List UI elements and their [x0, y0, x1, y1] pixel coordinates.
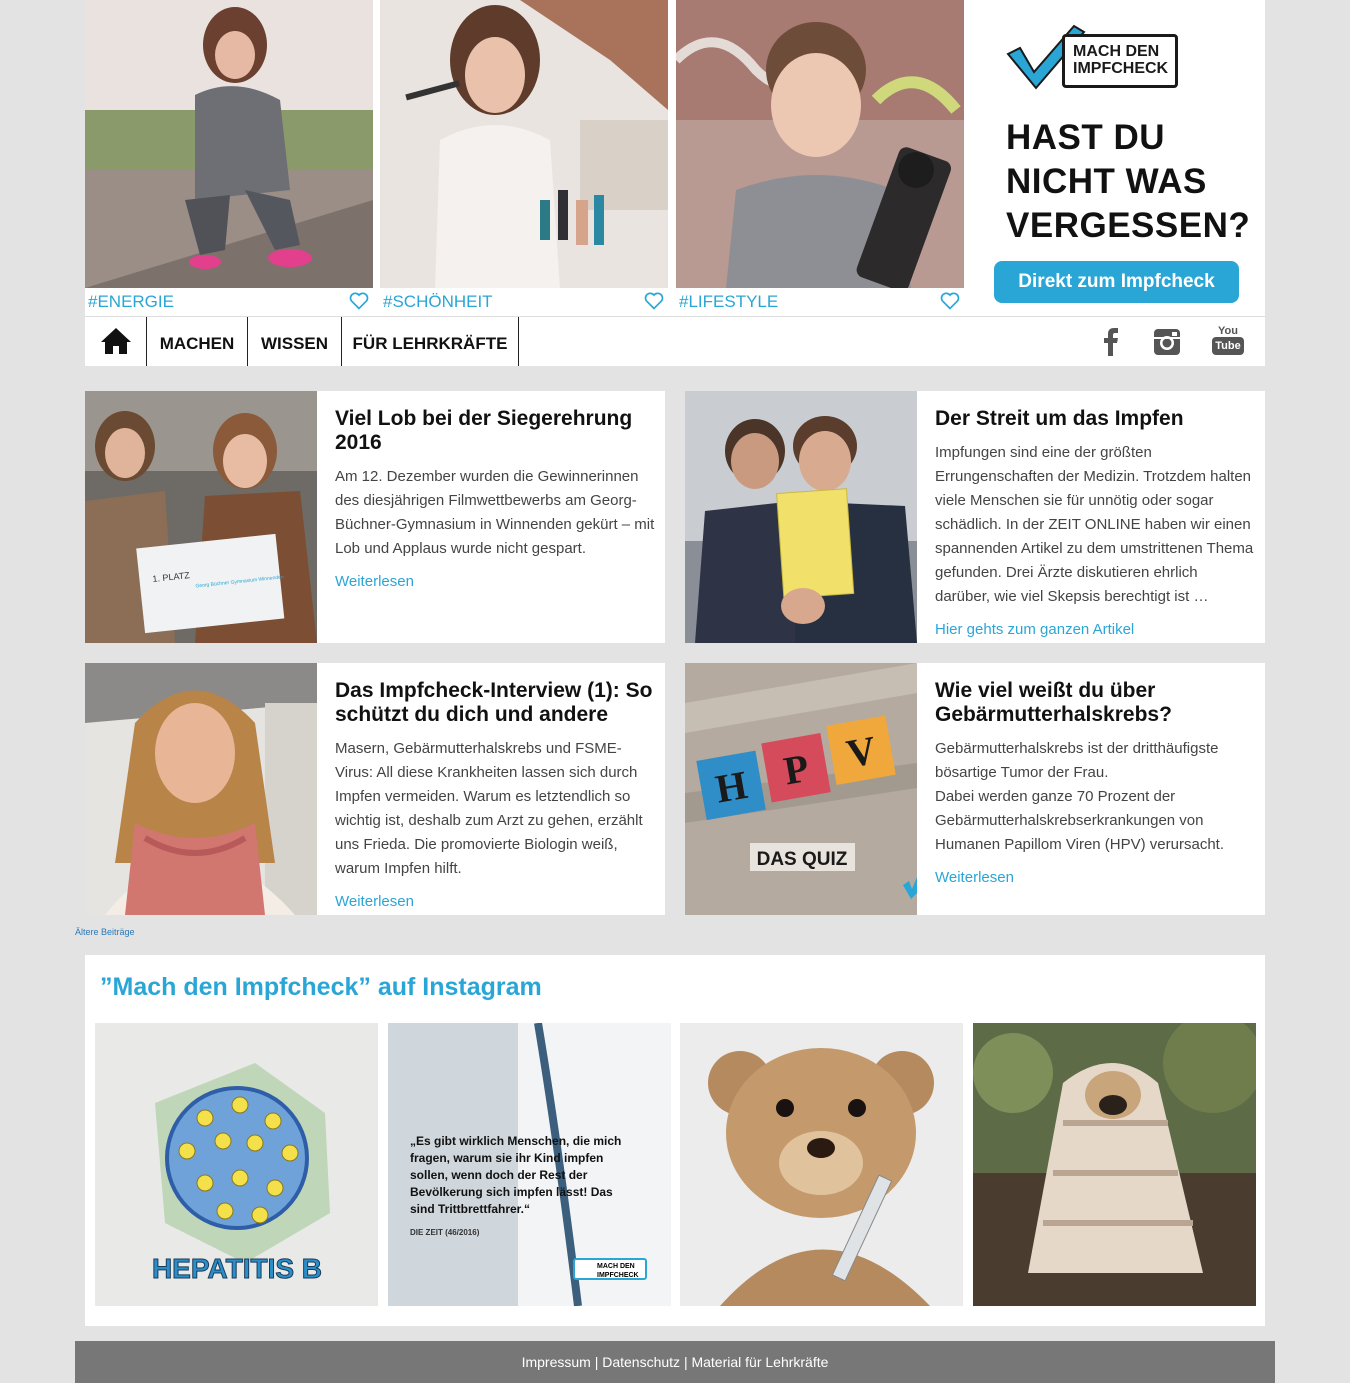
- read-more-link[interactable]: Weiterlesen: [335, 573, 414, 590]
- heart-icon[interactable]: [349, 291, 369, 311]
- article-title[interactable]: Wie viel weißt du über Gebärmutterhalskr…: [935, 679, 1255, 727]
- article-teaser: Am 12. Dezember wurden die Gewinnerinnen…: [335, 468, 655, 557]
- instagram-section: ”Mach den Impfcheck” auf Instagram HEPAT…: [85, 955, 1265, 1326]
- article-teaser: Impfungen sind eine der größten Errungen…: [935, 444, 1254, 605]
- lifestyle-photo[interactable]: [676, 0, 964, 288]
- full-article-link[interactable]: Hier gehts zum ganzen Artikel: [935, 621, 1134, 638]
- nav-machen[interactable]: MACHEN: [147, 317, 248, 366]
- youtube-icon[interactable]: You Tube: [1212, 325, 1244, 359]
- hero-banner: #ENERGIE #SCHÖNHEIT #LIFESTYLE MACH DEN …: [85, 0, 1265, 316]
- promo-headline: HAST DU NICHT WAS VERGESSEN?: [1006, 116, 1256, 248]
- teaser-paragraph: Gebärmutterhalskrebs ist der dritthäufig…: [935, 740, 1219, 781]
- hepatitis-b-graphic: HEPATITIS B: [95, 1023, 378, 1306]
- youtube-top-text: You: [1218, 325, 1238, 337]
- hero-tile-lifestyle[interactable]: #LIFESTYLE: [676, 0, 964, 316]
- impfcheck-logo[interactable]: MACH DEN IMPFCHECK: [1006, 24, 1178, 90]
- logo-box: MACH DEN IMPFCHECK: [1062, 34, 1178, 88]
- headline-line: NICHT WAS: [1006, 162, 1207, 201]
- article-card-hpv: H P V DAS QUIZ Wie viel weißt du über Ge…: [685, 663, 1265, 915]
- material-lehrkraefte-link[interactable]: Material für Lehrkräfte: [691, 1354, 828, 1370]
- instagram-icon[interactable]: [1152, 327, 1182, 357]
- nav-home[interactable]: [85, 317, 147, 366]
- instagram-heading: ”Mach den Impfcheck” auf Instagram: [100, 973, 542, 1001]
- heart-icon[interactable]: [940, 291, 960, 311]
- siegerehrung-photo[interactable]: 1. PLATZ Georg Büchner Gymnasium Winnend…: [85, 391, 317, 643]
- headline-line: VERGESSEN?: [1006, 206, 1251, 245]
- datenschutz-link[interactable]: Datenschutz: [602, 1354, 680, 1370]
- tag-label[interactable]: #ENERGIE: [88, 292, 174, 312]
- article-card-siegerehrung: 1. PLATZ Georg Büchner Gymnasium Winnend…: [85, 391, 665, 643]
- heart-icon[interactable]: [644, 291, 664, 311]
- tag-label[interactable]: #SCHÖNHEIT: [383, 292, 493, 312]
- quote-text: „Es gibt wirklich Menschen, die mich fra…: [410, 1134, 622, 1216]
- main-nav: MACHEN WISSEN FÜR LEHRKRÄFTE You Tube: [85, 316, 1265, 366]
- nav-wissen[interactable]: WISSEN: [248, 317, 342, 366]
- impfcheck-button[interactable]: Direkt zum Impfcheck: [994, 261, 1239, 303]
- hpv-quiz-image[interactable]: H P V DAS QUIZ: [685, 663, 917, 915]
- teaser-paragraph: Dabei werden ganze 70 Prozent der Gebärm…: [935, 788, 1225, 853]
- hero-tile-energie[interactable]: #ENERGIE: [85, 0, 373, 316]
- pug-blanket-photo: [973, 1023, 1256, 1306]
- impfcheck-promo: MACH DEN IMPFCHECK HAST DU NICHT WAS VER…: [964, 0, 1265, 316]
- mini-logo-line: MACH DEN: [597, 1263, 635, 1270]
- footer-separator: |: [683, 1354, 688, 1370]
- site-footer: Impressum | Datenschutz | Material für L…: [75, 1341, 1275, 1383]
- hepatitis-label: HEPATITIS B: [152, 1253, 322, 1284]
- article-teaser: Masern, Gebärmutterhalskrebs und FSME-Vi…: [335, 740, 643, 877]
- facebook-icon[interactable]: [1096, 327, 1126, 357]
- article-teaser: Gebärmutterhalskrebs ist der dritthäufig…: [935, 737, 1255, 857]
- headline-line: HAST DU: [1006, 118, 1166, 157]
- tag-label[interactable]: #LIFESTYLE: [679, 292, 778, 312]
- teddy-syringe-photo: [680, 1023, 963, 1306]
- home-icon: [100, 328, 131, 354]
- article-card-streit: Der Streit um das Impfen Impfungen sind …: [685, 391, 1265, 643]
- impfcheck-mini-logo: MACH DEN IMPFCHECK: [573, 1258, 647, 1280]
- impressum-link[interactable]: Impressum: [522, 1354, 591, 1370]
- nav-lehrkraefte[interactable]: FÜR LEHRKRÄFTE: [342, 317, 519, 366]
- energie-photo[interactable]: [85, 0, 373, 288]
- read-more-link[interactable]: Weiterlesen: [935, 869, 1014, 886]
- mini-logo-line: IMPFCHECK: [597, 1272, 639, 1279]
- read-more-link[interactable]: Weiterlesen: [335, 893, 414, 910]
- older-posts-link[interactable]: Ältere Beiträge: [75, 927, 135, 937]
- article-title[interactable]: Viel Lob bei der Siegerehrung 2016: [335, 407, 655, 455]
- hero-tile-schoenheit[interactable]: #SCHÖNHEIT: [380, 0, 668, 316]
- instagram-post-pug[interactable]: [973, 1023, 1256, 1306]
- quiz-label: DAS QUIZ: [757, 849, 848, 870]
- instagram-post-hepatitis[interactable]: HEPATITIS B: [95, 1023, 378, 1306]
- instagram-post-teddy[interactable]: [680, 1023, 963, 1306]
- article-title[interactable]: Der Streit um das Impfen: [935, 407, 1255, 431]
- article-title[interactable]: Das Impfcheck-Interview (1): So schützt …: [335, 679, 655, 727]
- footer-separator: |: [594, 1354, 599, 1370]
- impfpass-photo[interactable]: [685, 391, 917, 643]
- interview-photo[interactable]: [85, 663, 317, 915]
- youtube-bottom-text: Tube: [1212, 337, 1244, 355]
- logo-line-2: IMPFCHECK: [1073, 60, 1169, 77]
- instagram-post-zitat[interactable]: „Es gibt wirklich Menschen, die mich fra…: [388, 1023, 671, 1306]
- schoenheit-photo[interactable]: [380, 0, 668, 288]
- logo-line-1: MACH DEN: [1073, 43, 1160, 60]
- quote-source: DIE ZEIT (46/2016): [410, 1228, 480, 1237]
- article-card-interview: Das Impfcheck-Interview (1): So schützt …: [85, 663, 665, 915]
